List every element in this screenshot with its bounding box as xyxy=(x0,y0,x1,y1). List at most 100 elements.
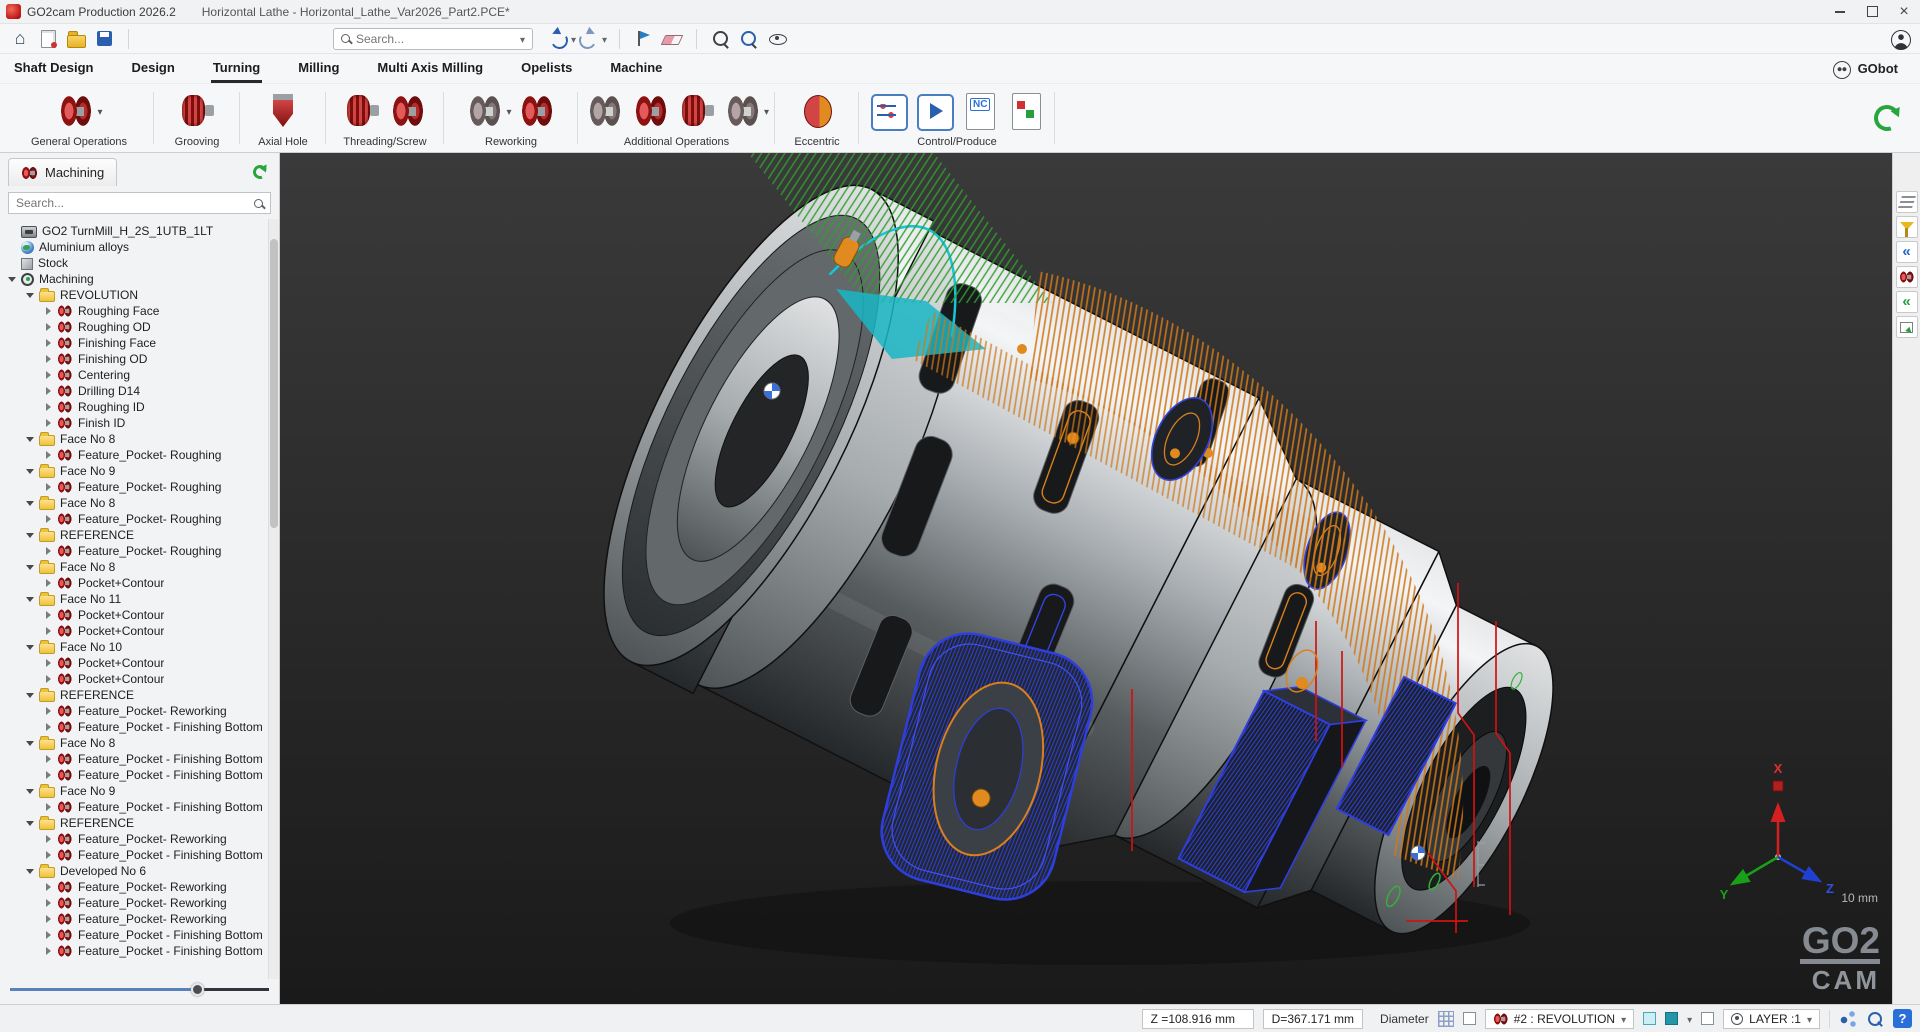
gobot-button[interactable]: GObot xyxy=(1831,54,1898,83)
viewport[interactable]: X Y Z 10 mm GO2 CAM xyxy=(280,153,1892,1004)
undo-icon[interactable] xyxy=(549,31,567,47)
tree-item[interactable]: Aluminium alloys xyxy=(0,239,265,255)
tree-item[interactable]: Face No 11 xyxy=(0,591,265,607)
tree-item[interactable]: Face No 8 xyxy=(0,559,265,575)
undo-history-caret-icon[interactable] xyxy=(571,30,576,48)
tree-expander-icon[interactable] xyxy=(42,849,54,861)
tree-expander-icon[interactable] xyxy=(42,481,54,493)
tree-item[interactable]: Pocket+Contour xyxy=(0,575,265,591)
tree-expander-icon[interactable] xyxy=(24,561,36,573)
chevron-down-icon[interactable] xyxy=(520,30,525,48)
minimize-button[interactable] xyxy=(1824,0,1856,24)
tree-expander-icon[interactable] xyxy=(24,785,36,797)
redo-icon[interactable] xyxy=(580,31,598,47)
tree-item[interactable]: Feature_Pocket - Finishing Bottom xyxy=(0,799,265,815)
tree-expander-icon[interactable] xyxy=(42,721,54,733)
tree-item[interactable]: Face No 9 xyxy=(0,783,265,799)
tree-item[interactable]: REFERENCE xyxy=(0,527,265,543)
tree-item[interactable]: Centering xyxy=(0,367,265,383)
dropdown-caret-icon[interactable] xyxy=(97,102,102,120)
workplane-select[interactable]: #2 : REVOLUTION xyxy=(1485,1009,1634,1029)
tree-item[interactable]: Finishing OD xyxy=(0,351,265,367)
simulation-icon[interactable] xyxy=(867,90,909,132)
global-search[interactable] xyxy=(333,28,533,50)
tree-expander-icon[interactable] xyxy=(42,625,54,637)
additional-op-4-icon[interactable] xyxy=(722,90,769,132)
tree-expander-icon[interactable] xyxy=(42,945,54,957)
tree-item[interactable]: Pocket+Contour xyxy=(0,671,265,687)
tree-expander-icon[interactable] xyxy=(24,289,36,301)
ribbon-tab[interactable]: Multi Axis Milling xyxy=(375,54,485,83)
tree-item[interactable]: Feature_Pocket- Reworking xyxy=(0,879,265,895)
tree-expander-icon[interactable] xyxy=(24,497,36,509)
tree-item[interactable]: Face No 8 xyxy=(0,735,265,751)
tree-item[interactable]: Roughing OD xyxy=(0,319,265,335)
tree-item[interactable]: GO2 TurnMill_H_2S_1UTB_1LT xyxy=(0,223,265,239)
zoom-window-icon[interactable] xyxy=(1866,1010,1884,1028)
produce-icon[interactable] xyxy=(913,90,955,132)
tree-item[interactable]: Stock xyxy=(0,255,265,271)
general-operations-icon[interactable] xyxy=(55,90,102,132)
tree-expander-icon[interactable] xyxy=(6,273,18,285)
layer-checkbox[interactable] xyxy=(1701,1012,1714,1025)
tree-item[interactable]: Feature_Pocket - Finishing Bottom xyxy=(0,943,265,959)
screw-icon[interactable] xyxy=(387,90,429,132)
tree-expander-icon[interactable] xyxy=(42,897,54,909)
tree-expander-icon[interactable] xyxy=(42,577,54,589)
post-processor-icon[interactable] xyxy=(1005,90,1047,132)
tree-item[interactable]: REFERENCE xyxy=(0,687,265,703)
layer-select[interactable]: LAYER :1 xyxy=(1723,1009,1820,1029)
tree-expander-icon[interactable] xyxy=(42,609,54,621)
redo-history-caret-icon[interactable] xyxy=(602,30,607,48)
dropdown-caret-icon[interactable] xyxy=(506,102,511,120)
tree-expander-icon[interactable] xyxy=(42,673,54,685)
zoom-selection-icon[interactable] xyxy=(737,27,761,51)
grid-snap-icon[interactable] xyxy=(1438,1011,1454,1027)
tree-expander-icon[interactable] xyxy=(24,465,36,477)
tree-expander-icon[interactable] xyxy=(42,657,54,669)
panel-refresh-button[interactable] xyxy=(253,165,267,179)
eraser-icon[interactable] xyxy=(660,27,684,51)
tree-item[interactable]: Feature_Pocket - Finishing Bottom xyxy=(0,927,265,943)
tree-item[interactable]: Drilling D14 xyxy=(0,383,265,399)
tree-expander-icon[interactable] xyxy=(42,369,54,381)
tree-expander-icon[interactable] xyxy=(42,913,54,925)
tree-item[interactable]: Developed No 6 xyxy=(0,863,265,879)
tree-expander-icon[interactable] xyxy=(42,881,54,893)
new-document-icon[interactable] xyxy=(36,27,60,51)
tree-item[interactable]: Finish ID xyxy=(0,415,265,431)
menu-item[interactable] xyxy=(177,24,209,54)
machine-export-icon[interactable] xyxy=(1896,316,1918,338)
tree-expander-icon[interactable] xyxy=(42,449,54,461)
menu-item[interactable] xyxy=(249,24,281,54)
ribbon-tab[interactable]: Turning xyxy=(211,54,262,83)
tree-expander-icon[interactable] xyxy=(24,865,36,877)
tree-expander-icon[interactable] xyxy=(42,929,54,941)
tree-item[interactable]: Feature_Pocket - Finishing Bottom xyxy=(0,767,265,783)
tree-expander-icon[interactable] xyxy=(42,545,54,557)
tree-expander-icon[interactable] xyxy=(24,529,36,541)
menu-item[interactable] xyxy=(285,24,317,54)
tree-item[interactable]: Feature_Pocket- Roughing xyxy=(0,479,265,495)
tree-search-input[interactable] xyxy=(16,196,248,210)
save-icon[interactable] xyxy=(92,27,116,51)
reworking-alt-icon[interactable] xyxy=(516,90,558,132)
ribbon-tab[interactable]: Shaft Design xyxy=(12,54,95,83)
tree-horizontal-slider[interactable] xyxy=(10,982,269,998)
tree-item[interactable]: Feature_Pocket- Roughing xyxy=(0,447,265,463)
tree-expander-icon[interactable] xyxy=(24,433,36,445)
ribbon-tab[interactable]: Milling xyxy=(296,54,341,83)
tree-search[interactable] xyxy=(8,192,271,214)
tree-item[interactable]: Pocket+Contour xyxy=(0,623,265,639)
tree-item[interactable]: Roughing ID xyxy=(0,399,265,415)
color-swatch-light[interactable] xyxy=(1643,1012,1656,1025)
color-caret-icon[interactable] xyxy=(1687,1012,1692,1026)
tree-item[interactable]: Feature_Pocket - Finishing Bottom xyxy=(0,751,265,767)
reworking-icon[interactable] xyxy=(464,90,511,132)
tree-item[interactable]: Feature_Pocket - Finishing Bottom xyxy=(0,719,265,735)
color-swatch-teal[interactable] xyxy=(1665,1012,1678,1025)
zoom-in-icon[interactable] xyxy=(709,27,733,51)
statusbar-checkbox[interactable] xyxy=(1463,1012,1476,1025)
clip-planes-icon[interactable] xyxy=(1896,191,1918,213)
threading-icon[interactable] xyxy=(341,90,383,132)
